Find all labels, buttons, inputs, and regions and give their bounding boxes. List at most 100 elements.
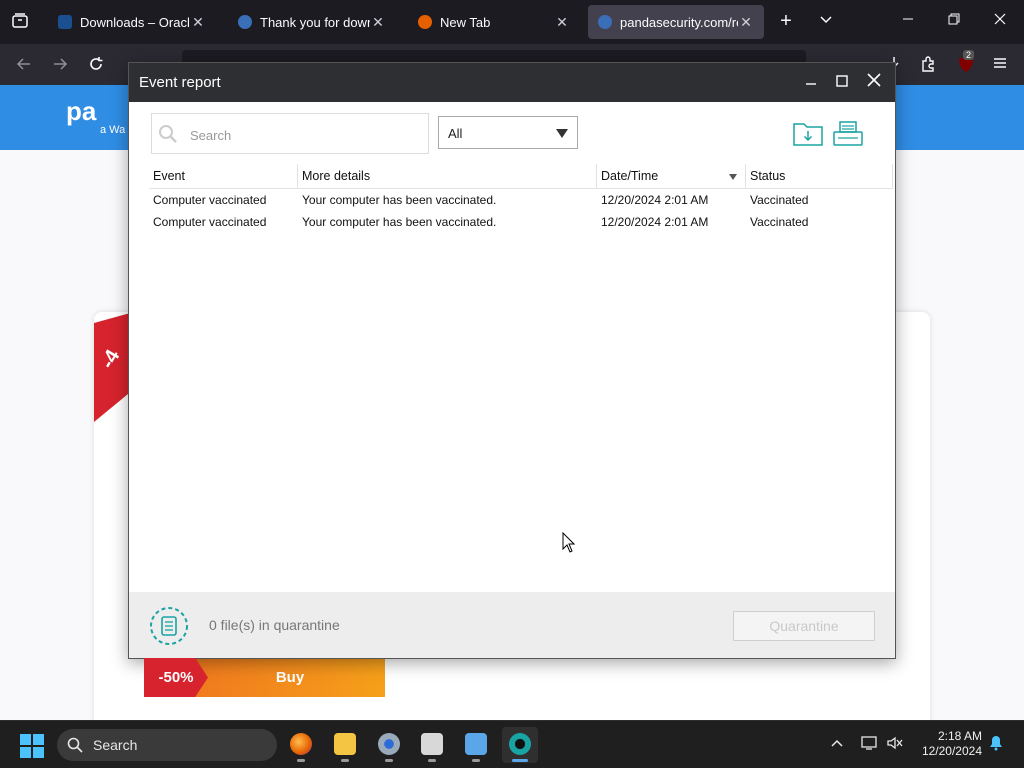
taskbar-search-label: Search (93, 737, 138, 753)
event-table: Event More details Date/Time Status Comp… (149, 164, 893, 233)
column-header-datetime[interactable]: Date/Time (597, 164, 746, 189)
search-icon (67, 737, 83, 753)
chevron-down-icon (556, 129, 568, 138)
ublock-icon[interactable]: 2 (954, 50, 978, 79)
show-hidden-icons-icon[interactable] (830, 735, 844, 751)
table-header: Event More details Date/Time Status (149, 164, 893, 189)
search-input[interactable] (190, 125, 420, 145)
tab-overview-icon[interactable] (10, 12, 30, 32)
filter-selected-value: All (448, 126, 463, 141)
site-logo[interactable]: pa (66, 96, 96, 127)
browser-tab-bar: Downloads – Oracle VirtualBox ✕ Thank yo… (0, 0, 1024, 44)
running-indicator (512, 759, 528, 762)
back-icon[interactable] (14, 56, 34, 77)
installer-icon (421, 733, 443, 755)
quarantine-icon (149, 606, 189, 646)
clock-time: 2:18 AM (937, 729, 982, 743)
gear-icon (378, 733, 400, 755)
notification-bell-icon[interactable] (988, 735, 1004, 754)
tab-close-icon[interactable]: ✕ (554, 14, 570, 31)
taskbar-control-panel[interactable] (458, 727, 494, 763)
taskbar-clock[interactable]: 2:18 AM 12/20/2024 (910, 729, 982, 759)
virtualbox-favicon-icon (58, 15, 72, 29)
tab-new-tab[interactable]: New Tab ✕ (408, 5, 580, 39)
quarantine-footer: 0 file(s) in quarantine Quarantine (129, 592, 895, 658)
taskbar-panda-dome[interactable] (502, 727, 538, 763)
windows-start-icon[interactable] (20, 734, 44, 758)
cell-details: Your computer has been vaccinated. (302, 215, 497, 229)
minimize-icon[interactable] (898, 12, 918, 30)
taskbar-firefox[interactable] (283, 727, 319, 763)
panda-favicon-icon (598, 15, 612, 29)
reload-icon[interactable] (86, 56, 106, 77)
dialog-title: Event report (139, 74, 221, 91)
column-header-status[interactable]: Status (746, 164, 893, 189)
restore-icon[interactable] (944, 12, 964, 30)
taskbar-search[interactable]: Search (57, 729, 277, 761)
forward-icon[interactable] (50, 56, 70, 77)
list-all-tabs-icon[interactable] (816, 12, 836, 30)
firefox-icon (290, 733, 312, 755)
search-field[interactable] (151, 113, 429, 154)
column-header-datetime-label: Date/Time (601, 169, 659, 183)
quarantine-button[interactable]: Quarantine (733, 611, 875, 641)
dialog-close-icon[interactable] (862, 71, 886, 95)
tab-close-icon[interactable]: ✕ (370, 14, 386, 31)
tab-downloads-virtualbox[interactable]: Downloads – Oracle VirtualBox ✕ (48, 5, 216, 39)
extension-badge: 2 (963, 50, 975, 60)
close-icon[interactable] (990, 12, 1010, 30)
cell-status: Vaccinated (750, 193, 809, 207)
site-logo-tagline: a Wa (100, 124, 126, 136)
tab-title: pandasecurity.com/re (620, 14, 738, 30)
buy-button[interactable]: Buy (195, 658, 385, 697)
print-icon[interactable] (832, 119, 866, 149)
tab-title: Downloads – Oracle VirtualBox (80, 14, 190, 30)
cell-event: Computer vaccinated (153, 193, 267, 207)
panda-dome-icon (509, 733, 531, 755)
menu-icon[interactable] (990, 56, 1010, 75)
event-filter-dropdown[interactable]: All (438, 116, 578, 149)
column-header-more-details[interactable]: More details (298, 164, 597, 189)
clock-date: 12/20/2024 (921, 744, 982, 758)
windows-taskbar: Search 2:18 AM 12/20/2024 (0, 720, 1024, 768)
new-tab-icon[interactable]: + (776, 10, 796, 33)
taskbar-installer[interactable] (414, 727, 450, 763)
buy-discount-badge: -50% (144, 658, 208, 697)
tab-title: New Tab (440, 14, 491, 30)
firefox-favicon-icon (418, 15, 432, 29)
volume-muted-icon[interactable] (886, 735, 904, 754)
table-row[interactable]: Computer vaccinated Your computer has be… (149, 189, 893, 211)
cell-datetime: 12/20/2024 2:01 AM (601, 193, 709, 207)
table-row[interactable]: Computer vaccinated Your computer has be… (149, 211, 893, 233)
dialog-titlebar[interactable]: Event report (129, 63, 895, 102)
event-report-dialog: Event report All Event More details Date… (128, 62, 896, 659)
extensions-icon[interactable] (918, 56, 938, 77)
tab-title: Thank you for downloading (260, 14, 370, 30)
cell-datetime: 12/20/2024 2:01 AM (601, 215, 709, 229)
dialog-maximize-icon[interactable] (830, 71, 854, 95)
running-indicator (341, 759, 349, 762)
export-folder-icon[interactable] (792, 119, 826, 149)
tab-pandasecurity[interactable]: pandasecurity.com/re ✕ (588, 5, 764, 39)
tab-thank-you[interactable]: Thank you for downloading ✕ (228, 5, 396, 39)
network-icon[interactable] (860, 735, 878, 754)
quarantine-count-text: 0 file(s) in quarantine (209, 617, 340, 633)
cell-event: Computer vaccinated (153, 215, 267, 229)
running-indicator (297, 759, 305, 762)
control-panel-icon (465, 733, 487, 755)
cell-status: Vaccinated (750, 215, 809, 229)
dialog-minimize-icon[interactable] (799, 71, 823, 95)
cell-details: Your computer has been vaccinated. (302, 193, 497, 207)
taskbar-settings[interactable] (371, 727, 407, 763)
taskbar-file-explorer[interactable] (327, 727, 363, 763)
running-indicator (428, 759, 436, 762)
running-indicator (385, 759, 393, 762)
panda-favicon-icon (238, 15, 252, 29)
mouse-cursor-icon (562, 531, 576, 559)
sort-descending-icon (729, 174, 737, 180)
column-header-event[interactable]: Event (149, 164, 298, 189)
running-indicator (472, 759, 480, 762)
tab-close-icon[interactable]: ✕ (190, 14, 206, 31)
tab-close-icon[interactable]: ✕ (738, 14, 754, 31)
folder-icon (334, 733, 356, 755)
